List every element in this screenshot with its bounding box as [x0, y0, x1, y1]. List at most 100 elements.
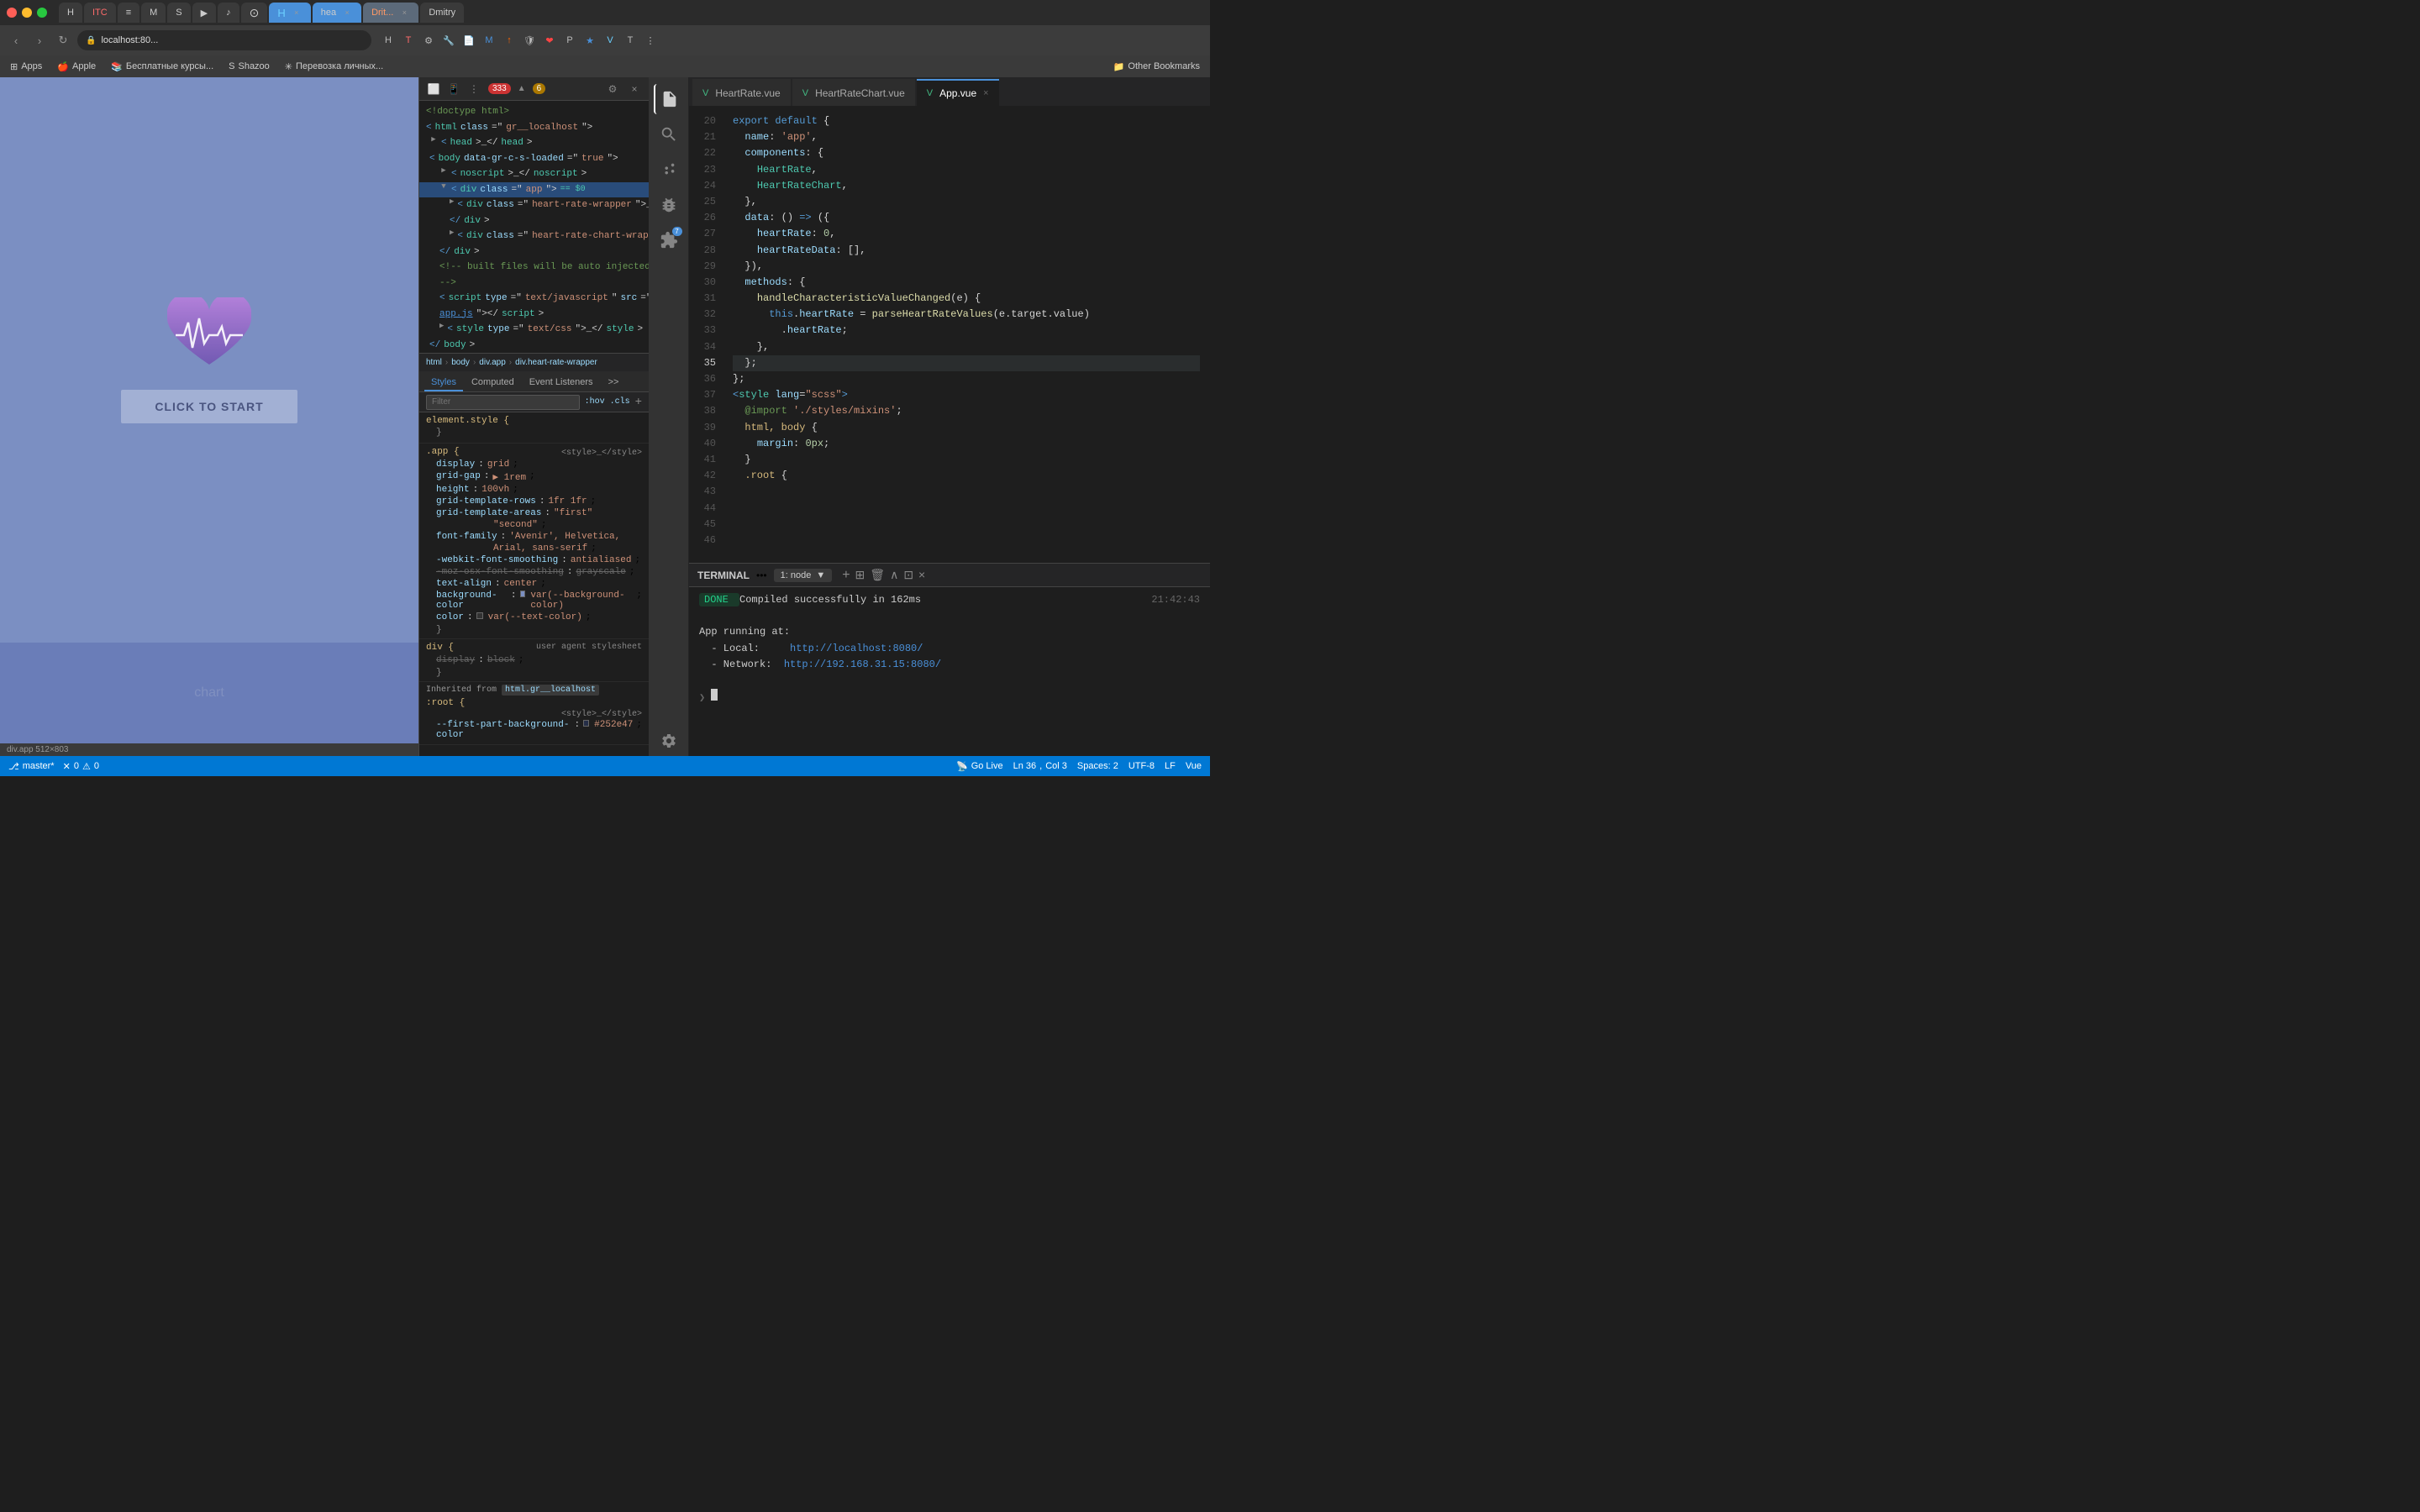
git-activity-icon[interactable] — [654, 155, 684, 185]
tab-s[interactable]: S — [167, 3, 190, 23]
device-icon[interactable]: 📱 — [446, 81, 461, 97]
status-lineending[interactable]: LF — [1165, 761, 1176, 771]
text-color-swatch[interactable] — [476, 612, 483, 619]
bookmark-shazoo[interactable]: S Shazoo — [225, 60, 273, 73]
settings-activity-icon[interactable] — [654, 726, 684, 756]
terminal-close-icon[interactable]: × — [918, 568, 925, 583]
tab-h2-active[interactable]: H × — [269, 3, 310, 23]
editor-tab-bar: V HeartRate.vue V HeartRateChart.vue V A… — [689, 77, 1210, 107]
style-selector-div: div { — [426, 643, 454, 653]
back-button[interactable]: ‹ — [7, 31, 25, 50]
status-line[interactable]: Ln 36, Col 3 — [1013, 761, 1067, 771]
terminal-up-icon[interactable]: ∧ — [890, 568, 898, 583]
extension-icon-10[interactable]: P — [561, 32, 578, 49]
tab-menu[interactable]: ≡ — [118, 3, 139, 23]
app-tab-close-icon[interactable]: × — [983, 88, 988, 98]
tab-h1[interactable]: H — [59, 3, 82, 23]
more-menu-icon[interactable]: ⋮ — [642, 32, 659, 49]
editor-tab-heartratechart[interactable]: V HeartRateChart.vue — [792, 79, 915, 106]
terminal-local-url[interactable]: http://localhost:8080/ — [790, 643, 923, 654]
bookmark-transport[interactable]: ✳ Перевозка личных... — [281, 60, 387, 74]
tab-play[interactable]: ▶ — [192, 3, 216, 23]
debug-activity-icon[interactable] — [654, 190, 684, 220]
extension-icon-13[interactable]: T — [622, 32, 639, 49]
tab-itc[interactable]: ITC — [84, 3, 116, 23]
terminal-node-selector[interactable]: 1: node ▼ — [774, 569, 833, 582]
extension-icon-4[interactable]: 🔧 — [440, 32, 457, 49]
bookmark-other[interactable]: 📁 Other Bookmarks — [1110, 60, 1203, 74]
add-style-button[interactable]: + — [635, 396, 642, 409]
html-line-chart-wrapper[interactable]: ▶ <div class="heart-rate-chart-wrapper">… — [419, 228, 649, 244]
extensions-activity-icon[interactable]: 7 — [654, 225, 684, 255]
tab-drit[interactable]: Drit... × — [363, 3, 418, 23]
tab-m[interactable]: M — [141, 3, 166, 23]
extension-icon-9[interactable]: ❤ — [541, 32, 558, 49]
html-line-app-div[interactable]: ▼ <div class="app"> == $0 — [419, 182, 649, 198]
more-tools-icon[interactable]: ⋮ — [466, 81, 481, 97]
breadcrumb-div-wrapper[interactable]: div.heart-rate-wrapper — [515, 358, 597, 367]
bookmark-apple[interactable]: 🍎 Apple — [54, 60, 99, 74]
status-golive[interactable]: 📡 Go Live — [956, 761, 1003, 772]
inspect-icon[interactable]: ⬜ — [426, 81, 441, 97]
terminal-menu-dots[interactable]: ••• — [756, 570, 767, 581]
tab-styles[interactable]: Styles — [424, 375, 463, 391]
tab-computed[interactable]: Computed — [465, 375, 521, 391]
breadcrumb-html[interactable]: html — [426, 358, 442, 367]
html-line-noscript[interactable]: ▶ <noscript>_</noscript> — [419, 166, 649, 182]
tab-music[interactable]: ♪ — [218, 3, 239, 23]
terminal-trash-icon[interactable]: 🗑 — [870, 568, 885, 583]
cls-button[interactable]: .cls — [610, 397, 630, 407]
search-activity-icon[interactable] — [654, 119, 684, 150]
extension-icon-5[interactable]: 📄 — [460, 32, 477, 49]
status-spaces[interactable]: Spaces: 2 — [1077, 761, 1118, 771]
editor-tab-app[interactable]: V App.vue × — [917, 79, 999, 106]
terminal-split-icon[interactable]: ⊞ — [855, 568, 865, 583]
extension-icon-2[interactable]: T — [400, 32, 417, 49]
html-line-head[interactable]: ▶ <head>_</head> — [419, 135, 649, 151]
status-branch[interactable]: ⎇ master* — [8, 761, 55, 772]
extension-icon-11[interactable]: ★ — [581, 32, 598, 49]
bookmark-apps[interactable]: ⊞ Apps — [7, 60, 45, 74]
status-language[interactable]: Vue — [1186, 761, 1202, 771]
click-to-start-button[interactable]: CLICK TO START — [121, 390, 297, 423]
reload-button[interactable]: ↻ — [54, 31, 72, 50]
settings-devtools-icon[interactable]: ⚙ — [605, 81, 620, 97]
extension-icon-7[interactable]: ↑ — [501, 32, 518, 49]
tab-drit-close-icon[interactable]: × — [398, 7, 410, 18]
breadcrumb-div-app[interactable]: div.app — [479, 358, 506, 367]
status-errors[interactable]: ✕ 0 ⚠ 0 — [63, 761, 99, 772]
forward-button[interactable]: › — [30, 31, 49, 50]
first-part-bg-swatch[interactable] — [583, 720, 589, 727]
extension-icon-12[interactable]: V — [602, 32, 618, 49]
tab-github[interactable]: ⊙ — [241, 3, 268, 23]
terminal-network-url[interactable]: http://192.168.31.15:8080/ — [784, 659, 941, 670]
terminal-maximize-icon[interactable]: ⊡ — [903, 568, 913, 583]
breadcrumb-body[interactable]: body — [451, 358, 470, 367]
close-button[interactable] — [7, 8, 17, 18]
html-line-heart-wrapper[interactable]: ▶ <div class="heart-rate-wrapper">_ — [419, 197, 649, 213]
files-icon[interactable] — [654, 84, 684, 114]
status-encoding[interactable]: UTF-8 — [1128, 761, 1155, 771]
styles-filter-input[interactable] — [426, 395, 580, 410]
extension-icon-8[interactable]: 🛡 — [521, 32, 538, 49]
editor-tab-heartrate[interactable]: V HeartRate.vue — [692, 79, 791, 106]
bookmark-courses[interactable]: 📚 Бесплатные курсы... — [108, 60, 217, 74]
address-bar[interactable]: 🔒 localhost:80... — [77, 30, 371, 50]
tab-event-listeners[interactable]: Event Listeners — [523, 375, 600, 391]
extension-icon-1[interactable]: H — [380, 32, 397, 49]
tab-more[interactable]: >> — [602, 375, 626, 391]
hover-cls-button[interactable]: :hov — [585, 397, 605, 407]
extension-icon-6[interactable]: M — [481, 32, 497, 49]
minimize-button[interactable] — [22, 8, 32, 18]
terminal-add-icon[interactable]: + — [842, 568, 850, 583]
maximize-button[interactable] — [37, 8, 47, 18]
tab-dmitry[interactable]: Dmitry — [420, 3, 464, 23]
html-line-style[interactable]: ▶ <style type="text/css">_</style> — [419, 322, 649, 338]
code-content[interactable]: export default { name: 'app', components… — [723, 107, 1210, 563]
close-devtools-icon[interactable]: × — [627, 81, 642, 97]
bg-color-swatch[interactable] — [520, 591, 526, 597]
tab-hea[interactable]: hea × — [313, 3, 361, 23]
tab-close-icon[interactable]: × — [291, 7, 302, 18]
tab-hea-close-icon[interactable]: × — [341, 7, 353, 18]
extension-icon-3[interactable]: ⚙ — [420, 32, 437, 49]
